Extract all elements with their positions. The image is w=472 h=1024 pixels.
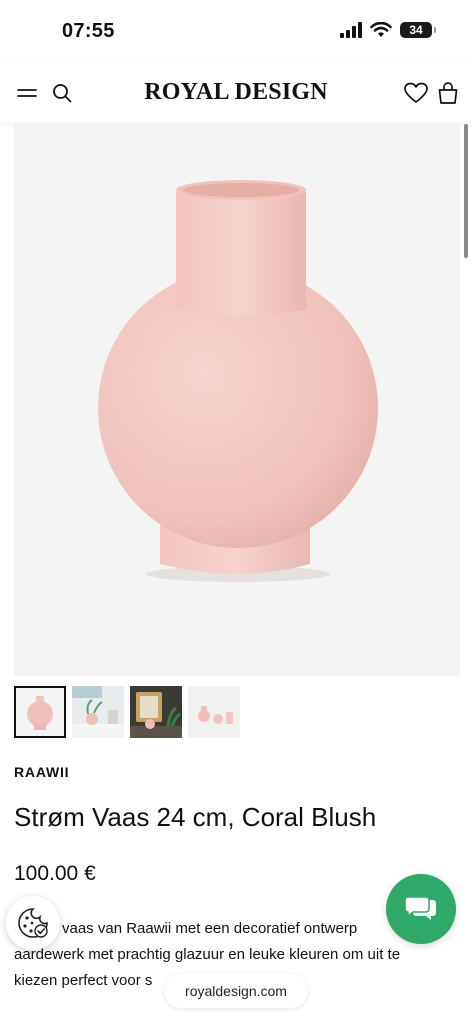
thumbnail-vase-mirror[interactable] — [130, 686, 182, 738]
status-bar: 07:55 34 — [0, 0, 472, 64]
wifi-icon — [370, 22, 392, 37]
description-line: aardewerk met prachtig glazuur en leuke … — [14, 946, 401, 963]
product-title: Strøm Vaas 24 cm, Coral Blush — [14, 802, 377, 832]
battery-level: 34 — [409, 23, 423, 37]
cookie-settings-button[interactable] — [6, 896, 60, 950]
chat-button[interactable] — [386, 874, 456, 944]
cookie-settings-icon — [18, 908, 48, 938]
product-price: 100.00 € — [14, 862, 96, 885]
thumbnail-strip — [14, 686, 240, 738]
chat-bubbles-icon — [404, 896, 436, 920]
heart-icon[interactable] — [403, 80, 429, 106]
battery-icon: 34 — [400, 22, 436, 38]
status-icons: 34 — [340, 22, 436, 38]
site-logo[interactable]: ROYAL DESIGN — [0, 79, 472, 106]
thumbnail-vase-collection[interactable] — [188, 686, 240, 738]
browser-url-pill[interactable]: royaldesign.com — [164, 974, 308, 1008]
thumbnail-vase-front[interactable] — [14, 686, 66, 738]
signal-icon — [340, 22, 362, 38]
page-scrollbar[interactable] — [464, 124, 468, 258]
vase-illustration — [98, 180, 378, 582]
product-brand[interactable]: RAAWII — [14, 764, 69, 780]
site-header: ROYAL DESIGN — [0, 64, 472, 122]
shopping-bag-icon[interactable] — [435, 80, 461, 106]
status-time: 07:55 — [62, 20, 115, 42]
thumbnail-vase-shelf[interactable] — [72, 686, 124, 738]
product-image[interactable] — [14, 124, 460, 676]
